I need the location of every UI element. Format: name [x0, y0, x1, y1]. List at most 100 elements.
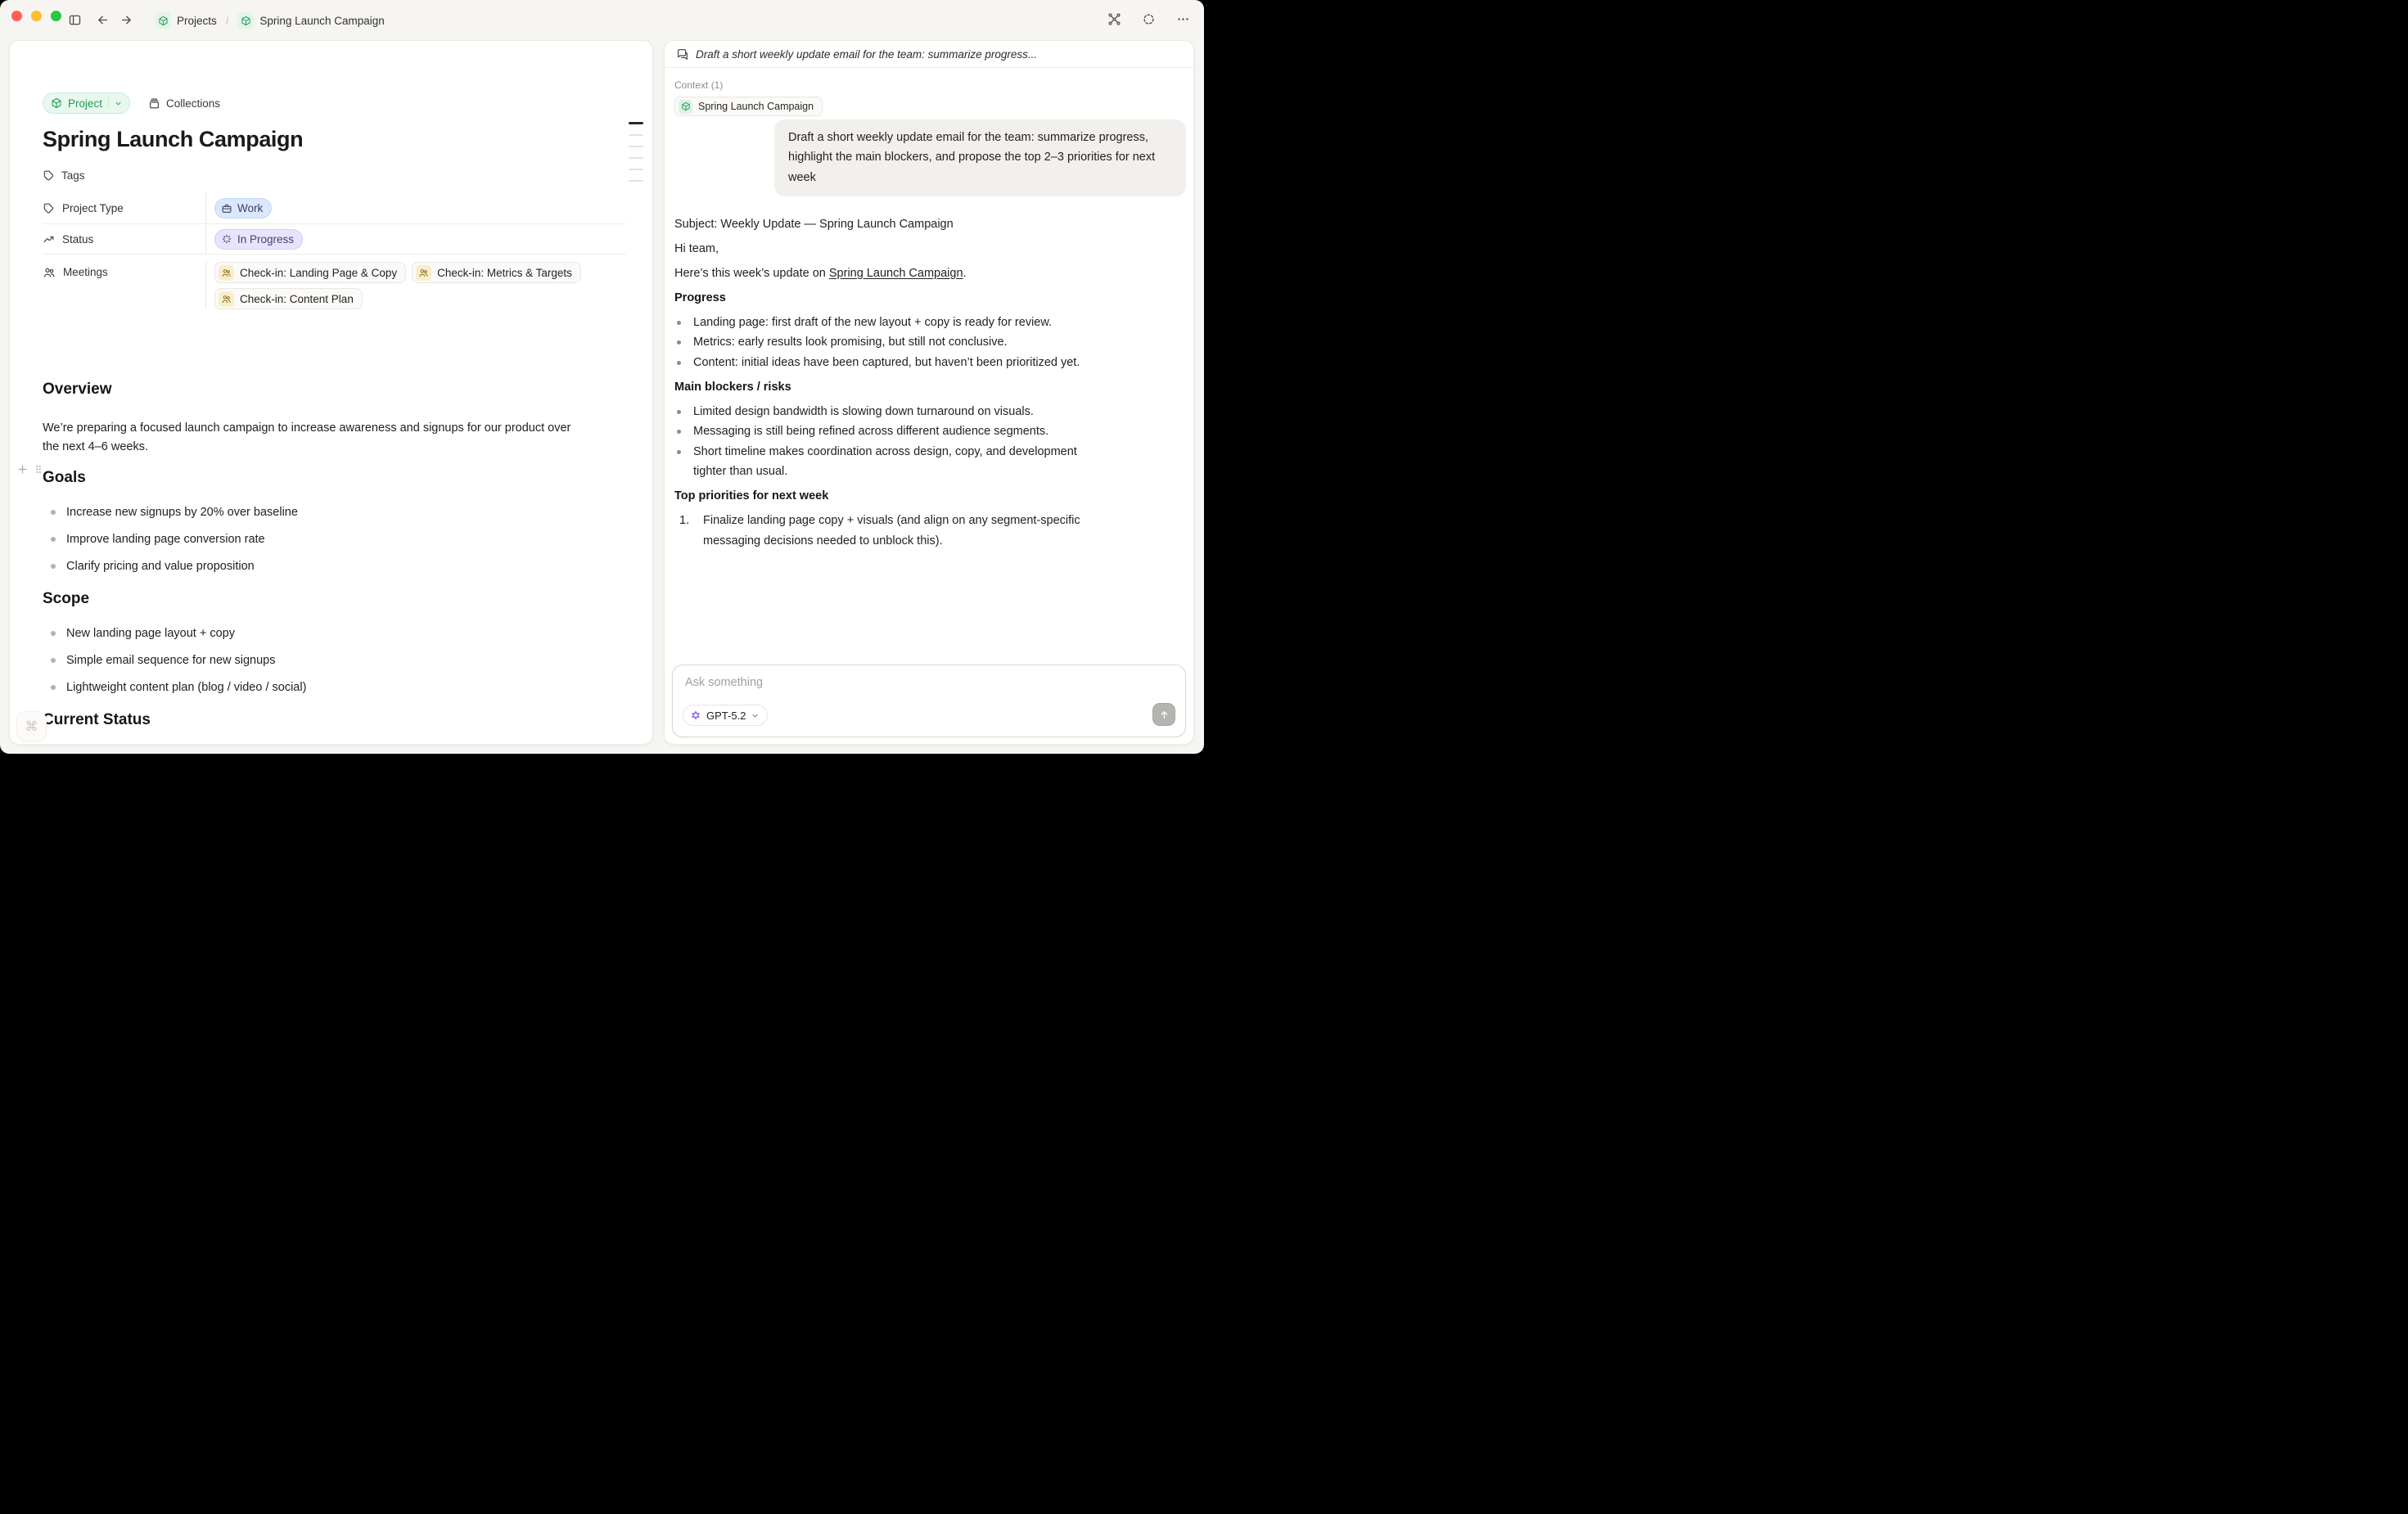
assistant-panel: Draft a short weekly update email for th… — [664, 40, 1194, 745]
forward-button[interactable] — [119, 13, 133, 27]
property-row-project-type: Project Type Work — [43, 193, 626, 223]
bullet-dot — [677, 450, 681, 454]
window-controls — [11, 11, 61, 21]
people-icon — [219, 265, 234, 281]
spinner-icon — [221, 233, 232, 245]
collections-button[interactable]: Collections — [148, 97, 220, 110]
breadcrumb-label: Spring Launch Campaign — [259, 15, 384, 27]
model-selector[interactable]: GPT-5.2 — [683, 705, 768, 726]
minimize-window-button[interactable] — [31, 11, 42, 21]
tags-label: Tags — [61, 169, 85, 182]
blockers-heading: Main blockers / risks — [674, 377, 1100, 398]
close-window-button[interactable] — [11, 11, 22, 21]
current-status-list: First landing page draft is ready for re… — [43, 744, 626, 745]
bullet-dot — [51, 564, 56, 569]
object-type-button[interactable]: Project — [43, 92, 130, 114]
bullet-dot — [51, 631, 56, 636]
breadcrumb-item-current[interactable]: Spring Launch Campaign — [237, 12, 384, 29]
outline-bar — [629, 169, 643, 171]
email-subject-line: Subject: Weekly Update — Spring Launch C… — [674, 214, 1100, 235]
breadcrumb-item-projects[interactable]: Projects — [155, 12, 217, 29]
assistant-header[interactable]: Draft a short weekly update email for th… — [665, 41, 1193, 68]
add-block-icon[interactable] — [16, 463, 29, 475]
section-heading-overview[interactable]: Overview — [43, 380, 626, 399]
property-label[interactable]: Status — [43, 224, 205, 254]
property-label[interactable]: Meetings — [43, 262, 205, 309]
assistant-response: Subject: Weekly Update — Spring Launch C… — [674, 214, 1175, 552]
tag-icon — [43, 202, 55, 214]
sidebar-toggle-icon[interactable] — [68, 13, 82, 27]
list-item[interactable]: New landing page layout + copy — [43, 626, 626, 641]
people-icon — [416, 265, 431, 281]
campaign-link[interactable]: Spring Launch Campaign — [829, 267, 963, 280]
drag-handle-icon[interactable] — [33, 463, 44, 475]
archive-icon — [148, 97, 160, 110]
assistant-conversation[interactable]: Context (1) Spring Launch Campaign Draft… — [665, 68, 1193, 658]
list-item[interactable]: First landing page draft is ready for re… — [43, 744, 626, 745]
object-type-label: Project — [68, 97, 102, 110]
outline-indicator[interactable] — [629, 122, 643, 182]
list-item[interactable]: Improve landing page conversion rate — [43, 532, 626, 547]
page-title[interactable]: Spring Launch Campaign — [43, 124, 626, 155]
document-panel: Project Collections Spring Launch Campai… — [9, 40, 653, 745]
arrow-up-icon — [1158, 709, 1170, 721]
list-item[interactable]: Increase new signups by 20% over baselin… — [43, 505, 626, 520]
user-message-bubble: Draft a short weekly update email for th… — [774, 119, 1186, 196]
list-item: Content: initial ideas have been capture… — [674, 353, 1088, 373]
property-row-status: Status In Progress — [43, 223, 626, 254]
context-chip[interactable]: Spring Launch Campaign — [674, 97, 823, 116]
zoom-window-button[interactable] — [51, 11, 61, 21]
progress-list: Landing page: first draft of the new lay… — [674, 313, 1175, 373]
list-item[interactable]: Lightweight content plan (blog / video /… — [43, 680, 626, 695]
list-item: Metrics: early results look promising, b… — [674, 332, 1088, 353]
list-item: Messaging is still being refined across … — [674, 421, 1088, 442]
tag-icon — [43, 169, 55, 182]
toolbar-actions — [1107, 12, 1190, 26]
meeting-chip[interactable]: Check-in: Metrics & Targets — [412, 262, 581, 283]
graph-icon[interactable] — [1107, 12, 1121, 26]
composer: GPT-5.2 — [672, 665, 1186, 737]
project-type-value-pill[interactable]: Work — [214, 198, 272, 219]
list-item[interactable]: Simple email sequence for new signups — [43, 653, 626, 668]
list-item[interactable]: Clarify pricing and value proposition — [43, 559, 626, 574]
progress-heading: Progress — [674, 288, 1100, 309]
status-value-pill[interactable]: In Progress — [214, 229, 303, 250]
outline-bar — [629, 134, 643, 137]
tags-row[interactable]: Tags — [43, 168, 626, 183]
property-value-cell: In Progress — [205, 224, 626, 254]
sync-dashed-circle-icon[interactable] — [1142, 12, 1156, 26]
ask-input[interactable] — [685, 674, 1173, 692]
property-row-meetings: Meetings Check-in: Landing Page & Copy C… — [43, 254, 626, 317]
property-label[interactable]: Project Type — [43, 193, 205, 223]
toolbar: Projects / Spring Launch Campaign — [0, 0, 1204, 40]
chat-bubbles-icon — [676, 47, 689, 61]
section-heading-goals[interactable]: Goals — [43, 468, 626, 488]
command-icon: ⌘ — [25, 719, 38, 735]
divider — [108, 97, 109, 109]
overview-paragraph[interactable]: We’re preparing a focused launch campaig… — [43, 419, 583, 457]
back-button[interactable] — [96, 13, 110, 27]
briefcase-icon — [221, 203, 232, 214]
section-heading-current-status[interactable]: Current Status — [43, 710, 626, 730]
trending-up-icon — [43, 233, 55, 246]
bullet-dot — [677, 361, 681, 365]
meeting-chip[interactable]: Check-in: Content Plan — [214, 288, 363, 309]
email-intro: Here’s this week’s update on Spring Laun… — [674, 264, 1100, 284]
command-shortcut-button[interactable]: ⌘ — [16, 711, 47, 741]
scope-list: New landing page layout + copy Simple em… — [43, 626, 626, 695]
bullet-dot — [677, 430, 681, 434]
outline-bar — [629, 180, 643, 182]
box-icon — [237, 12, 254, 29]
more-options-icon[interactable] — [1176, 12, 1190, 26]
list-item: 1.Finalize landing page copy + visuals (… — [674, 511, 1088, 551]
priorities-heading: Top priorities for next week — [674, 486, 1100, 507]
section-heading-scope[interactable]: Scope — [43, 589, 626, 609]
chevron-down-icon — [751, 711, 760, 720]
openai-logo-icon — [690, 710, 701, 721]
breadcrumb: Projects / Spring Launch Campaign — [155, 10, 385, 31]
bullet-dot — [677, 340, 681, 345]
meeting-chip[interactable]: Check-in: Landing Page & Copy — [214, 262, 406, 283]
breadcrumb-separator: / — [226, 15, 229, 27]
send-button[interactable] — [1152, 703, 1175, 726]
list-item: Landing page: first draft of the new lay… — [674, 313, 1088, 333]
